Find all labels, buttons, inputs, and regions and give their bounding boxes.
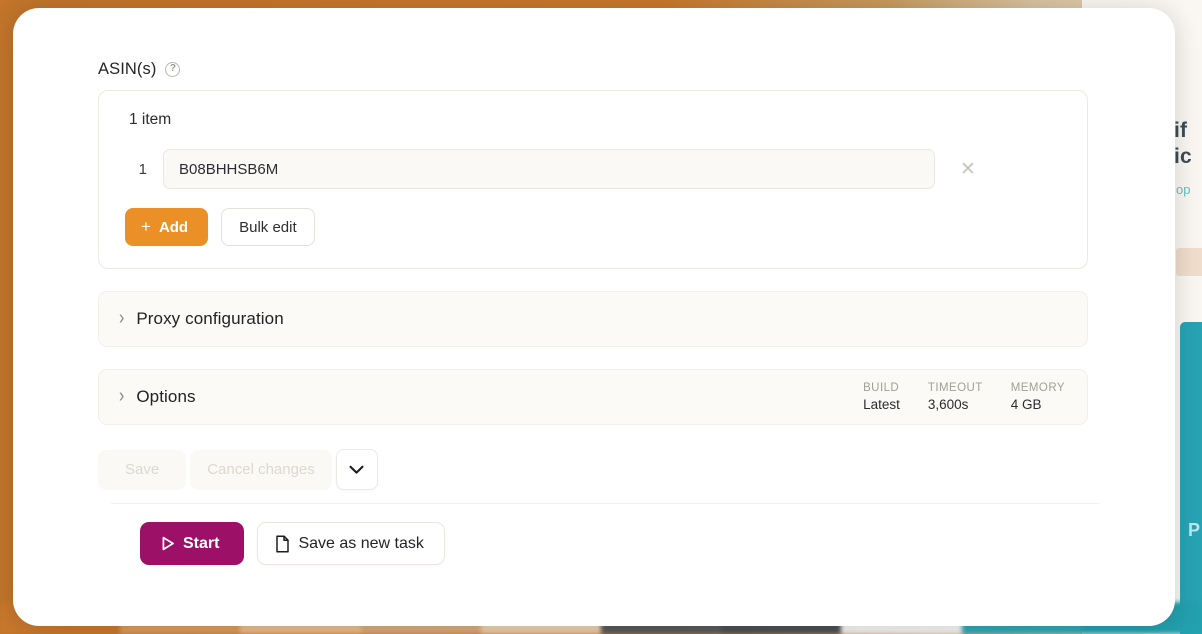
options-meta: BUILD Latest TIMEOUT 3,600s MEMORY 4 GB: [863, 381, 1065, 413]
asin-input[interactable]: [163, 149, 935, 189]
start-button-label: Start: [183, 534, 220, 552]
options-meta-build-key: BUILD: [863, 382, 900, 394]
options-meta-timeout-value: 3,600s: [927, 397, 969, 412]
file-icon: [275, 534, 290, 553]
save-button[interactable]: Save: [98, 449, 187, 490]
asin-list-item: 1 ✕: [121, 149, 1065, 189]
modal-content: ASIN(s) ? 1 item 1 ✕ + Add Bulk edit › P…: [98, 60, 1088, 490]
plus-icon: +: [141, 217, 151, 236]
options-meta-memory-value: 4 GB: [1010, 397, 1042, 412]
save-bar: Save Cancel changes: [98, 449, 1088, 490]
options-meta-memory-key: MEMORY: [1010, 382, 1065, 394]
play-icon: [161, 536, 175, 551]
chevron-down-icon[interactable]: [335, 449, 378, 490]
start-button[interactable]: Start: [140, 522, 245, 565]
bulk-edit-button[interactable]: Bulk edit: [221, 208, 315, 246]
chevron-right-icon: ›: [119, 307, 125, 329]
background-teal-panel: [1180, 322, 1202, 634]
asin-action-row: + Add Bulk edit: [121, 208, 1065, 246]
footer-divider: [111, 503, 1099, 504]
background-subtext-fragment: op: [1176, 182, 1191, 197]
options-title: Options: [136, 387, 196, 406]
item-count-label: 1 item: [129, 111, 172, 128]
chevron-right-icon: ›: [119, 385, 125, 407]
add-button-label: Add: [158, 218, 189, 236]
options-meta-timeout: TIMEOUT 3,600s: [928, 381, 983, 413]
save-as-new-task-label: Save as new task: [298, 534, 424, 552]
options-meta-build: BUILD Latest: [863, 381, 900, 413]
question-circle-icon[interactable]: ?: [165, 62, 181, 77]
background-card-fragment: [1176, 248, 1202, 276]
close-icon[interactable]: ✕: [945, 150, 991, 188]
background-text-fragment: if ic: [1174, 119, 1192, 168]
add-button[interactable]: + Add: [125, 208, 209, 246]
options-meta-memory: MEMORY 4 GB: [1011, 381, 1065, 413]
options-meta-timeout-key: TIMEOUT: [927, 382, 983, 394]
footer-actions: Start Save as new task: [140, 522, 445, 565]
cancel-changes-button[interactable]: Cancel changes: [190, 449, 332, 490]
background-teal-glyph: P: [1187, 520, 1200, 540]
asin-row-index: 1: [138, 160, 147, 178]
task-config-modal: ASIN(s) ? 1 item 1 ✕ + Add Bulk edit › P…: [13, 8, 1175, 626]
page-title: ASIN(s): [98, 60, 157, 78]
sidebar-item-options[interactable]: › Options BUILD Latest TIMEOUT 3,600s ME…: [98, 369, 1088, 425]
options-meta-build-value: Latest: [863, 397, 900, 412]
sidebar-item-proxy-configuration[interactable]: › Proxy configuration: [98, 291, 1088, 347]
asin-list-panel: 1 item 1 ✕ + Add Bulk edit: [98, 90, 1088, 269]
asin-field-header: ASIN(s) ?: [98, 60, 1088, 79]
save-as-new-task-button[interactable]: Save as new task: [257, 522, 445, 565]
proxy-configuration-title: Proxy configuration: [136, 309, 284, 328]
